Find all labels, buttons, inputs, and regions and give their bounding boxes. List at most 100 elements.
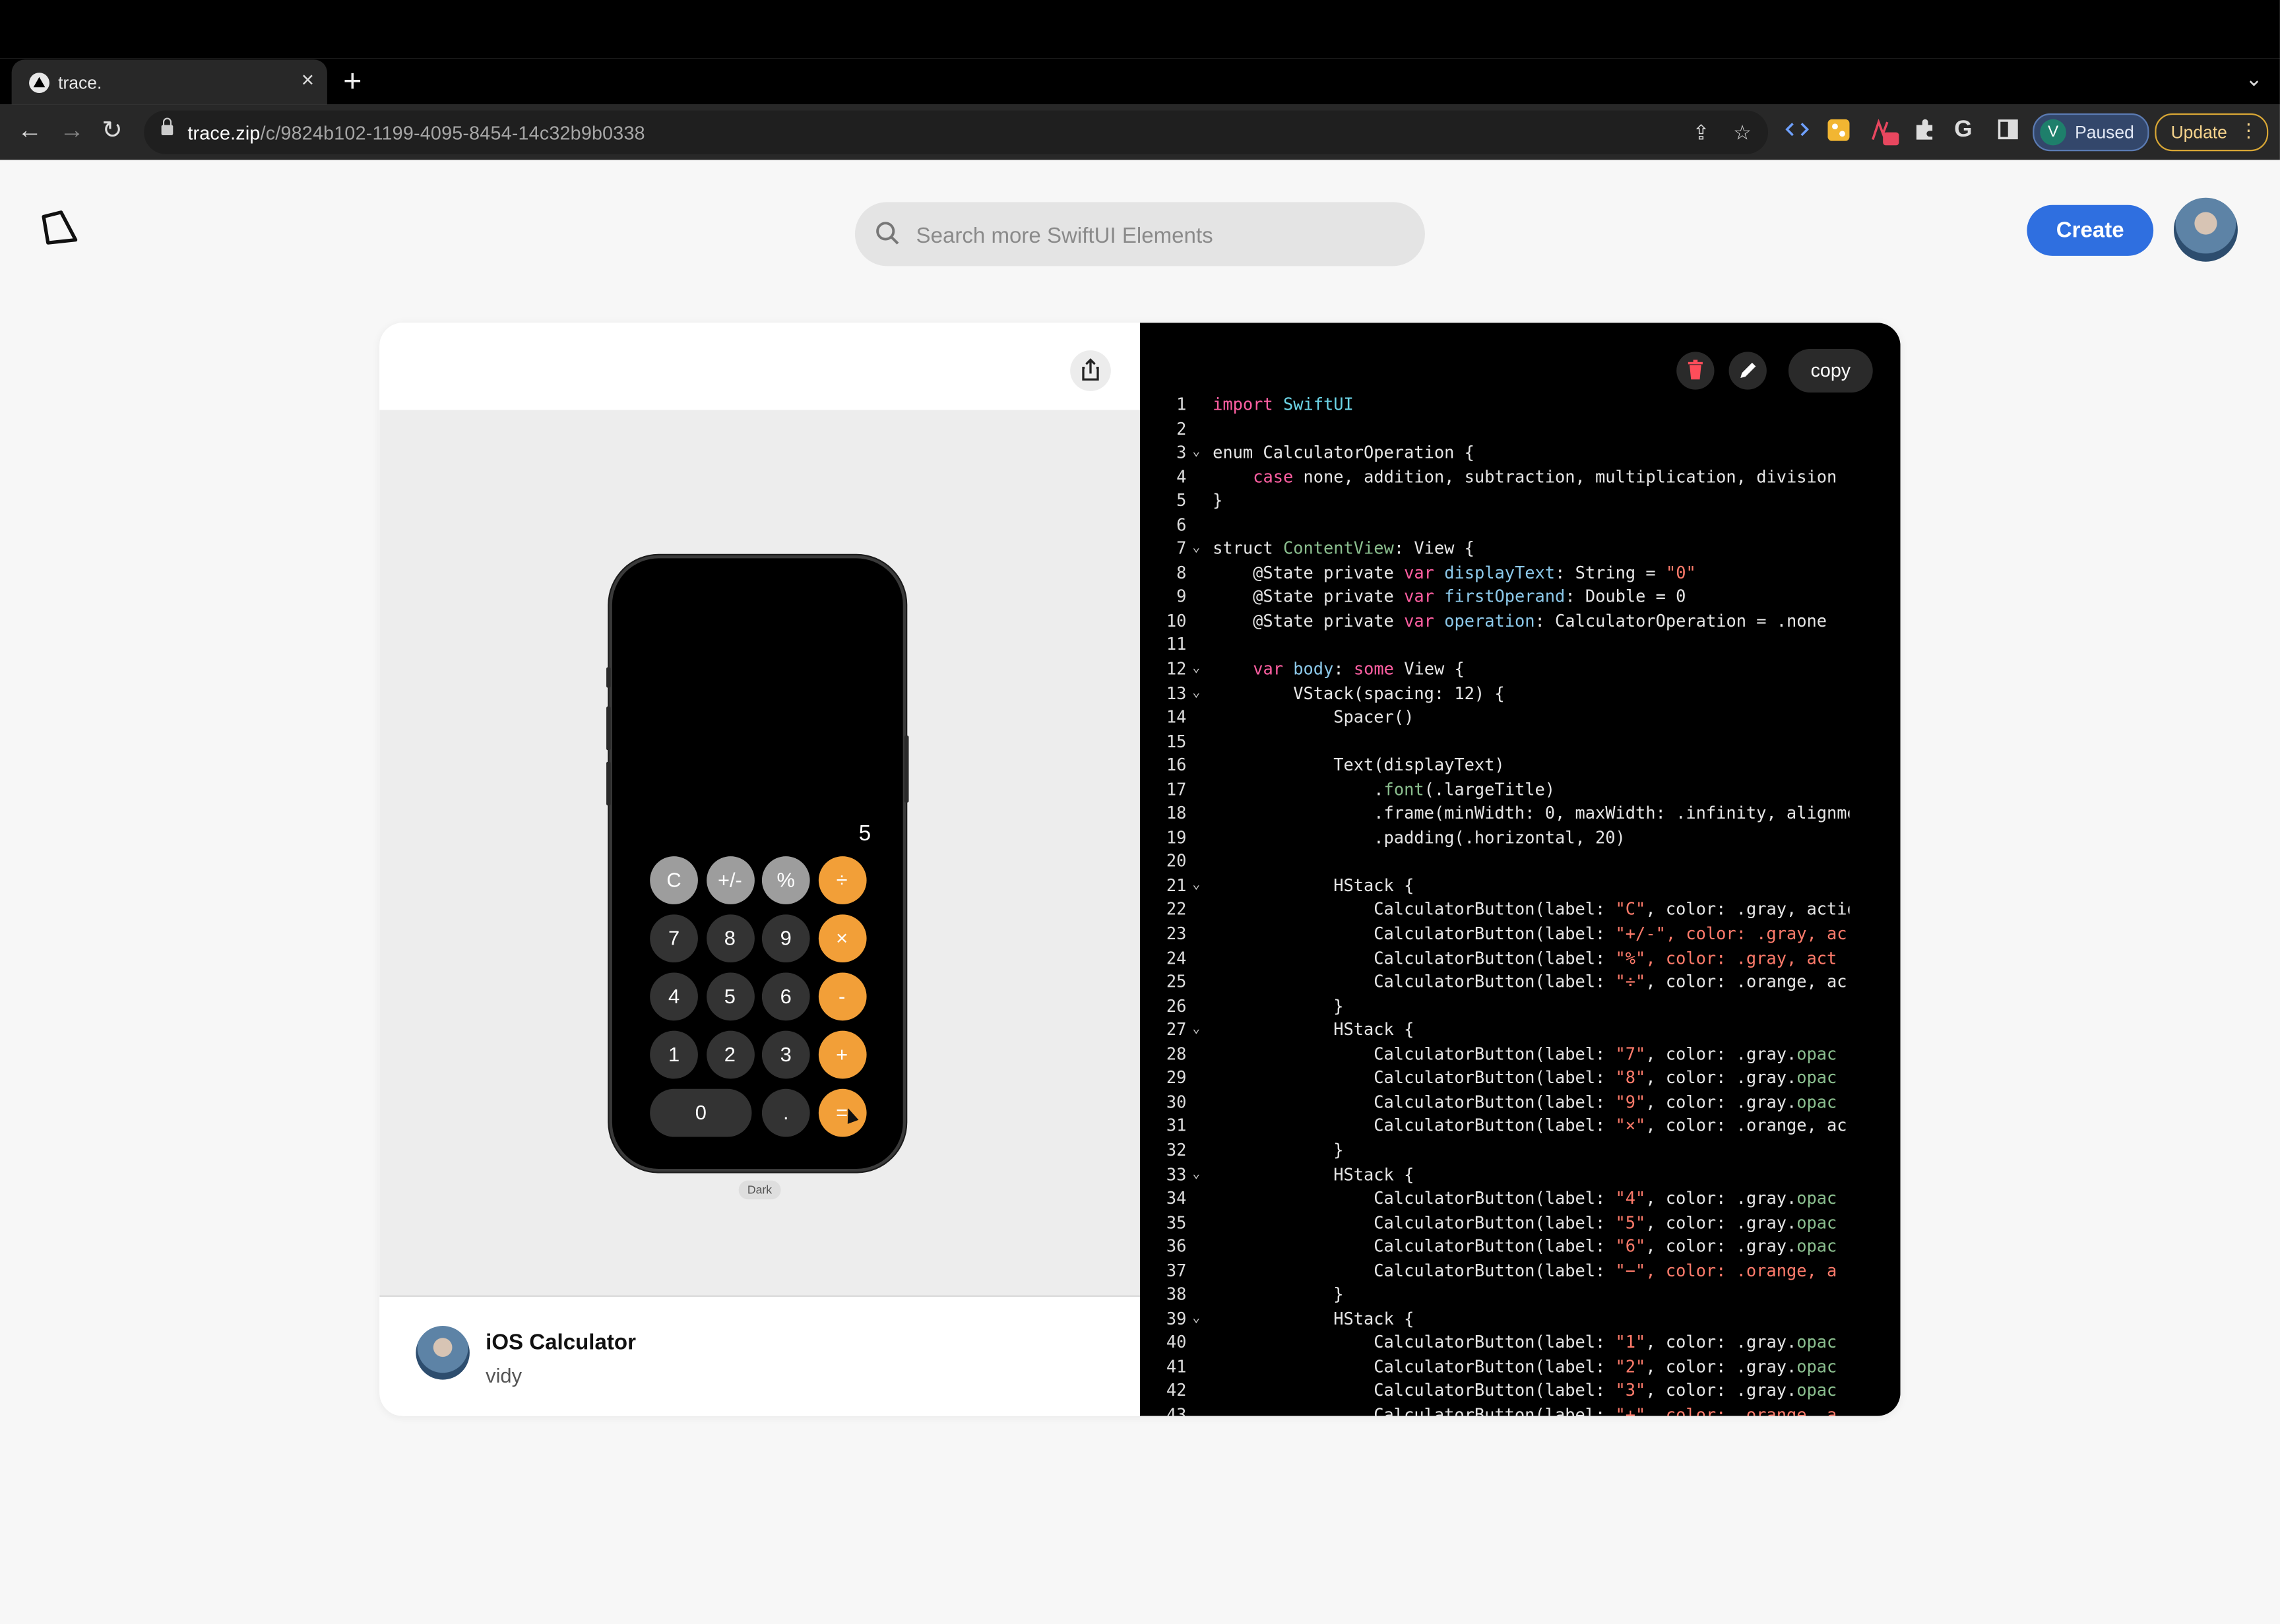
forward-icon[interactable]: → xyxy=(59,116,84,145)
code-token: .frame(minWidth: 0, maxWidth: .infinity,… xyxy=(1213,803,1850,824)
code-token: CalculatorButton(label: xyxy=(1213,923,1616,944)
calc-key[interactable]: 4 xyxy=(650,972,698,1021)
code-text: CalculatorButton(label: "8", color: .gra… xyxy=(1213,1066,1837,1090)
calc-key[interactable]: C xyxy=(650,856,698,904)
element-title: iOS Calculator xyxy=(486,1330,636,1356)
code-token: , color: .gray. xyxy=(1645,1187,1797,1208)
code-editor[interactable]: 1 import SwiftUI 2 3 ⌄ enum CalculatorOperati… xyxy=(1140,392,1850,1416)
bookmark-star-icon[interactable]: ☆ xyxy=(1733,121,1752,145)
code-token: HStack { xyxy=(1213,1019,1414,1040)
color-scheme-tag[interactable]: Dark xyxy=(738,1180,781,1200)
code-line: 36 CalculatorButton(label: "6", color: .… xyxy=(1140,1235,1850,1259)
calc-key[interactable]: 5 xyxy=(706,972,754,1021)
line-number: 16 xyxy=(1166,755,1187,776)
calc-key[interactable]: × xyxy=(817,914,866,963)
calc-key[interactable]: +/- xyxy=(706,856,754,904)
search-input[interactable] xyxy=(913,219,1399,252)
back-icon[interactable]: ← xyxy=(17,116,42,145)
copy-button[interactable]: copy xyxy=(1788,348,1873,393)
calc-key[interactable]: + xyxy=(817,1030,866,1079)
calc-key[interactable]: % xyxy=(761,856,810,904)
calc-key[interactable]: 6 xyxy=(761,972,810,1021)
code-line: 32 } xyxy=(1140,1139,1850,1162)
line-number: 40 xyxy=(1166,1332,1187,1353)
fold-chevron-icon[interactable]: ⌄ xyxy=(1192,1018,1200,1042)
code-token: "−", color: .orange, a xyxy=(1615,1260,1837,1281)
share-icon[interactable] xyxy=(1070,350,1111,391)
calc-key[interactable]: . xyxy=(761,1088,810,1137)
profile-status: Paused xyxy=(2075,122,2134,142)
fold-chevron-icon[interactable]: ⌄ xyxy=(1192,873,1200,897)
line-number: 1 xyxy=(1176,394,1187,415)
profile-button[interactable]: V Paused xyxy=(2033,113,2149,152)
calc-key[interactable]: ÷ xyxy=(817,856,866,904)
calc-key[interactable]: 8 xyxy=(706,914,754,963)
pencil-icon[interactable] xyxy=(1728,352,1767,390)
extension-yellow-icon[interactable] xyxy=(1827,119,1850,148)
user-avatar[interactable] xyxy=(2173,197,2238,262)
calc-key[interactable]: - xyxy=(817,972,866,1021)
url-text[interactable]: trace.zip/c/9824b102-1199-4095-8454-14c3… xyxy=(187,122,645,144)
calc-key[interactable]: 2 xyxy=(706,1030,754,1079)
share-page-icon[interactable]: ⇪ xyxy=(1692,121,1709,145)
calc-key[interactable]: = xyxy=(817,1088,866,1137)
code-text: struct ContentView: View { xyxy=(1213,537,1474,561)
code-line: 35 CalculatorButton(label: "5", color: .… xyxy=(1140,1210,1850,1234)
fold-chevron-icon[interactable]: ⌄ xyxy=(1192,681,1200,705)
code-token: "4" xyxy=(1615,1187,1646,1208)
new-tab-icon[interactable]: + xyxy=(343,63,362,100)
code-line: 30 CalculatorButton(label: "9", color: .… xyxy=(1140,1090,1850,1114)
line-number: 5 xyxy=(1176,490,1187,511)
extensions-puzzle-icon[interactable] xyxy=(1913,119,1935,148)
browser-tab[interactable]: trace. × xyxy=(11,59,327,105)
extension-red-badge-icon[interactable] xyxy=(1870,118,1899,153)
calc-key[interactable]: 1 xyxy=(650,1030,698,1079)
line-number: 23 xyxy=(1166,923,1187,944)
code-token: opac xyxy=(1796,1067,1837,1088)
code-token: : String = xyxy=(1555,562,1666,583)
code-text: @State private var firstOperand: Double … xyxy=(1213,585,1686,609)
code-text: .padding(.horizontal, 20) xyxy=(1213,826,1626,850)
app-header: Create xyxy=(0,160,2280,285)
author-avatar[interactable] xyxy=(416,1326,470,1380)
search-bar[interactable] xyxy=(854,202,1425,266)
calc-key[interactable]: 3 xyxy=(761,1030,810,1079)
code-extension-icon[interactable] xyxy=(1785,119,1810,147)
line-number: 24 xyxy=(1166,947,1187,968)
update-button[interactable]: Update ⋮ xyxy=(2155,113,2269,152)
code-token: CalculatorButton(label: xyxy=(1213,899,1616,920)
code-token: VStack(spacing: 12) { xyxy=(1213,682,1505,703)
create-button[interactable]: Create xyxy=(2027,204,2154,256)
calc-key[interactable]: 7 xyxy=(650,914,698,963)
fold-chevron-icon[interactable]: ⌄ xyxy=(1192,657,1200,681)
code-token: . xyxy=(1213,778,1384,799)
fold-chevron-icon[interactable]: ⌄ xyxy=(1192,441,1200,464)
code-line: 23 CalculatorButton(label: "+/-", color:… xyxy=(1140,921,1850,945)
google-icon[interactable]: G xyxy=(1954,118,1972,144)
trash-icon[interactable] xyxy=(1676,352,1715,390)
reload-icon[interactable]: ↻ xyxy=(102,116,122,145)
code-text: HStack { xyxy=(1213,873,1414,897)
address-bar[interactable]: trace.zip/c/9824b102-1199-4095-8454-14c3… xyxy=(144,110,1769,154)
side-panel-icon[interactable] xyxy=(1998,119,2018,147)
fold-chevron-icon[interactable]: ⌄ xyxy=(1192,1307,1200,1330)
phone-mockup: 5 C +/-% ÷ 7 8 9 × 4 5 6-1 2 3 +0. = xyxy=(606,558,909,1170)
tab-search-chevron-icon[interactable]: ⌄ xyxy=(2246,67,2263,91)
code-line: 2 xyxy=(1140,417,1850,441)
code-token: var xyxy=(1404,586,1434,607)
fold-chevron-icon[interactable]: ⌄ xyxy=(1192,1162,1200,1186)
calc-key[interactable]: 9 xyxy=(761,914,810,963)
code-token: opac xyxy=(1796,1356,1837,1377)
trace-logo-icon[interactable] xyxy=(40,209,80,254)
line-number: 9 xyxy=(1176,586,1187,607)
calc-key[interactable]: 0 xyxy=(650,1088,752,1137)
code-text: CalculatorButton(label: "1", color: .gra… xyxy=(1213,1330,1837,1354)
code-token: struct xyxy=(1213,538,1283,559)
author-name[interactable]: vidy xyxy=(486,1363,522,1387)
code-token: } xyxy=(1213,995,1344,1016)
code-text: } xyxy=(1213,489,1222,513)
code-line: 31 CalculatorButton(label: "×", color: .… xyxy=(1140,1114,1850,1138)
lock-icon xyxy=(161,117,174,135)
close-tab-icon[interactable]: × xyxy=(301,69,314,93)
fold-chevron-icon[interactable]: ⌄ xyxy=(1192,537,1200,561)
